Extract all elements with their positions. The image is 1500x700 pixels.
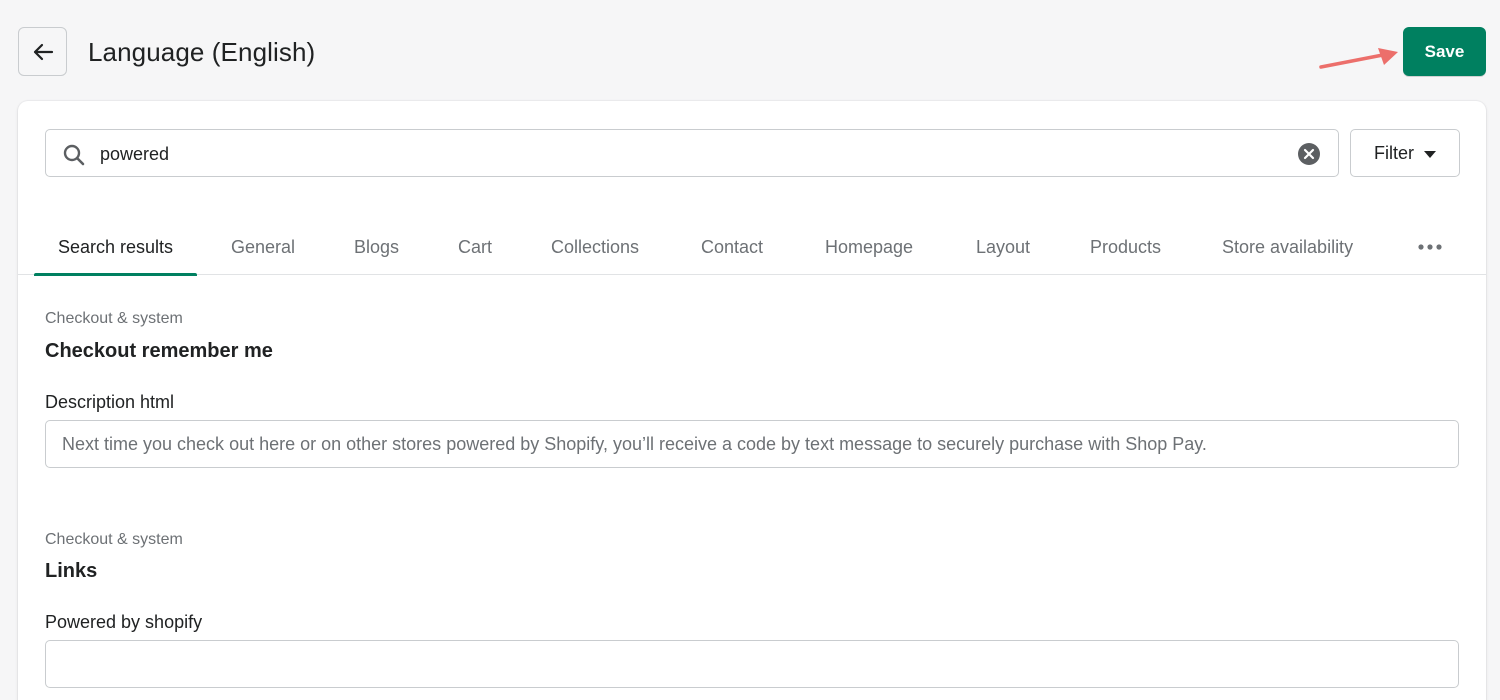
tab-collections[interactable]: Collections bbox=[527, 219, 663, 275]
search-box[interactable] bbox=[45, 129, 1339, 177]
red-arrow-annotation bbox=[1319, 48, 1398, 69]
search-input[interactable] bbox=[100, 138, 1280, 170]
tab-label: Search results bbox=[58, 236, 174, 257]
more-tabs-button[interactable] bbox=[1406, 219, 1454, 275]
tab-label: General bbox=[231, 236, 296, 257]
tab-homepage[interactable]: Homepage bbox=[801, 219, 937, 275]
tab-blogs[interactable]: Blogs bbox=[330, 219, 423, 275]
tab-products[interactable]: Products bbox=[1066, 219, 1185, 275]
section-title: Checkout remember me bbox=[45, 340, 273, 362]
tab-label: Layout bbox=[976, 236, 1031, 257]
tab-label: Blogs bbox=[354, 236, 400, 257]
page-title: Language (English) bbox=[88, 37, 316, 67]
tab-general[interactable]: General bbox=[207, 219, 319, 275]
field-label-powered-by-shopify: Powered by shopify bbox=[45, 612, 203, 632]
tab-cart[interactable]: Cart bbox=[434, 219, 516, 275]
tab-label: Products bbox=[1090, 236, 1162, 257]
clear-circle-icon[interactable] bbox=[1298, 143, 1320, 165]
tab-contact[interactable]: Contact bbox=[677, 219, 787, 275]
filter-label: Filter bbox=[1374, 142, 1414, 163]
translation-card: Filter Search results General Blogs Cart… bbox=[18, 101, 1486, 700]
back-button[interactable] bbox=[18, 27, 67, 76]
filter-button[interactable]: Filter bbox=[1350, 129, 1460, 177]
field-label-description-html: Description html bbox=[45, 392, 175, 412]
caret-down-icon bbox=[1424, 150, 1436, 158]
page: Language (English) Save Filter Search re… bbox=[0, 0, 1500, 700]
section-category: Checkout & system bbox=[45, 310, 183, 327]
tab-search-results[interactable]: Search results bbox=[34, 219, 198, 276]
tab-label: Homepage bbox=[825, 236, 914, 257]
tab-label: Contact bbox=[701, 236, 764, 257]
section-category: Checkout & system bbox=[45, 531, 183, 548]
tab-label: Collections bbox=[551, 236, 640, 257]
tab-layout[interactable]: Layout bbox=[952, 219, 1054, 275]
section-title: Links bbox=[45, 560, 98, 582]
tab-store-availability[interactable]: Store availability bbox=[1198, 219, 1377, 275]
description-html-field[interactable] bbox=[45, 420, 1459, 468]
tab-bar: Search results General Blogs Cart Collec… bbox=[18, 219, 1486, 276]
more-horizontal-icon bbox=[1418, 244, 1442, 250]
powered-by-shopify-field[interactable] bbox=[45, 640, 1459, 688]
save-button[interactable]: Save bbox=[1403, 27, 1486, 76]
tab-label: Cart bbox=[458, 236, 493, 257]
search-icon bbox=[63, 144, 85, 166]
tab-label: Store availability bbox=[1222, 236, 1354, 257]
arrow-left-icon bbox=[33, 43, 53, 60]
